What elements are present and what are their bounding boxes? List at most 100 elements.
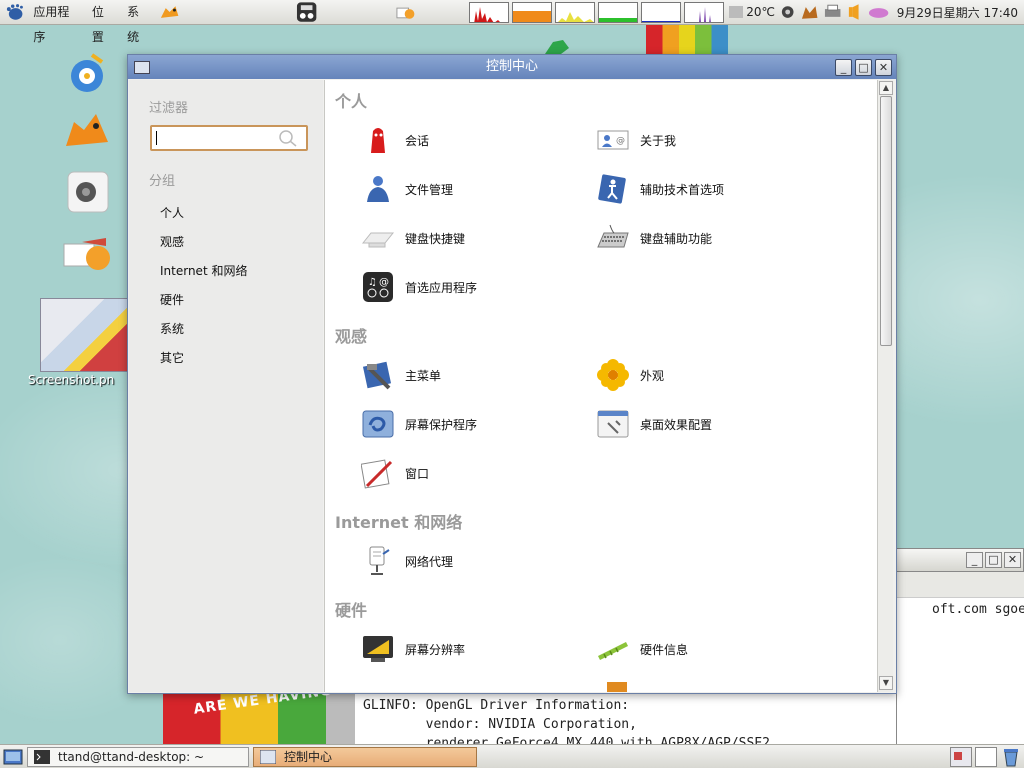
background-window-text: oft.com sgoe bbox=[932, 602, 1024, 617]
minimize-button[interactable]: _ bbox=[835, 58, 852, 76]
item-appearance[interactable]: 外观 bbox=[596, 355, 664, 395]
close-button[interactable]: ✕ bbox=[875, 58, 892, 76]
item-desktop-effects[interactable]: 桌面效果配置 bbox=[596, 404, 712, 444]
group-internet[interactable]: Internet 和网络 bbox=[160, 262, 247, 279]
desktop-screenshot-label[interactable]: Screenshot.pn bbox=[28, 373, 128, 387]
sheep-applet-icon[interactable] bbox=[867, 3, 890, 21]
desktop-notes-icon[interactable] bbox=[62, 232, 112, 278]
show-desktop-icon[interactable] bbox=[3, 748, 23, 766]
notes-applet-icon[interactable] bbox=[395, 2, 416, 22]
launcher-fox-icon[interactable] bbox=[158, 2, 181, 22]
workspace-1[interactable] bbox=[950, 746, 972, 767]
webcam-icon[interactable] bbox=[778, 3, 797, 21]
item-sessions[interactable]: 会话 bbox=[361, 120, 429, 160]
item-keyboard-shortcuts[interactable]: 键盘快捷键 bbox=[361, 218, 465, 258]
appearance-icon bbox=[597, 359, 629, 391]
memory-graph bbox=[512, 1, 553, 23]
gnome-foot-icon[interactable] bbox=[4, 3, 25, 21]
item-network-proxy[interactable]: 网络代理 bbox=[361, 541, 453, 581]
item-label: 屏幕保护程序 bbox=[405, 417, 478, 432]
weather-icon bbox=[729, 6, 744, 18]
group-other[interactable]: 其它 bbox=[160, 349, 184, 366]
volume-icon[interactable] bbox=[845, 3, 864, 21]
scroll-thumb[interactable] bbox=[880, 96, 892, 346]
item-about-me[interactable]: @ 关于我 bbox=[596, 120, 676, 160]
sidebar: 过滤器 分组 个人 观感 Internet 和网络 硬件 系统 其它 bbox=[129, 80, 323, 692]
workspace-2[interactable] bbox=[975, 746, 997, 767]
item-label: 窗口 bbox=[405, 466, 430, 481]
task-terminal[interactable]: ttand@ttand-desktop: ~ bbox=[27, 746, 249, 767]
background-poster: ARE WE HAVING bbox=[163, 690, 355, 744]
trash-icon[interactable] bbox=[1001, 747, 1021, 767]
maximize-button[interactable]: □ bbox=[855, 58, 872, 76]
item-label: 网络代理 bbox=[405, 554, 454, 569]
item-windows[interactable]: 窗口 bbox=[361, 453, 429, 493]
control-center-window: 控制中心 _ □ ✕ 过滤器 分组 个人 观感 Internet 和网络 硬件 … bbox=[127, 54, 897, 694]
desktop-disc-icon[interactable] bbox=[62, 50, 112, 96]
section-appearance-title: 观感 bbox=[335, 327, 368, 346]
item-file-management[interactable]: 文件管理 bbox=[361, 169, 453, 209]
text-caret bbox=[156, 131, 157, 145]
cpu-graph bbox=[469, 1, 510, 23]
item-label: 文件管理 bbox=[405, 182, 454, 197]
bg-close-button[interactable]: ✕ bbox=[1004, 552, 1021, 568]
music-app-icon[interactable] bbox=[296, 1, 317, 23]
net-graph bbox=[555, 1, 596, 23]
task-label: ttand@ttand-desktop: ~ bbox=[58, 749, 205, 764]
item-keyboard-accessibility[interactable]: 键盘辅助功能 bbox=[596, 218, 712, 258]
system-monitor[interactable] bbox=[466, 1, 725, 23]
content-scrollbar[interactable]: ▲ ▼ bbox=[877, 80, 893, 692]
item-label: 桌面效果配置 bbox=[640, 417, 713, 432]
group-system[interactable]: 系统 bbox=[160, 320, 184, 337]
menu-applications[interactable]: 应用程序 bbox=[27, 0, 86, 44]
filter-search-input[interactable] bbox=[150, 125, 308, 151]
poster-text: ARE WE HAVING bbox=[192, 690, 334, 718]
task-control-center[interactable]: 控制中心 bbox=[253, 746, 477, 767]
desktop-fox-icon[interactable] bbox=[62, 106, 112, 152]
groups-heading: 分组 bbox=[149, 174, 176, 189]
accessibility-icon bbox=[598, 174, 626, 204]
pet-applet-icon[interactable] bbox=[800, 3, 819, 21]
weather-applet[interactable]: 20℃ bbox=[728, 4, 775, 20]
network-proxy-icon bbox=[369, 546, 390, 575]
desktop-effects-icon bbox=[597, 410, 629, 438]
group-personal[interactable]: 个人 bbox=[160, 204, 184, 221]
window-titlebar[interactable]: 控制中心 _ □ ✕ bbox=[128, 55, 896, 79]
menu-system[interactable]: 系统 bbox=[121, 0, 156, 44]
item-accessibility[interactable]: 辅助技术首选项 bbox=[596, 169, 724, 209]
item-hardware-info[interactable]: 硬件信息 bbox=[596, 629, 688, 669]
partial-next-item-icon bbox=[607, 682, 627, 692]
sessions-icon bbox=[371, 128, 385, 153]
section-internet-title: Internet 和网络 bbox=[335, 513, 463, 532]
terminal-line: renderer GeForce4 MX 440 with AGP8X/AGP/… bbox=[363, 736, 770, 744]
item-screensaver[interactable]: 屏幕保护程序 bbox=[361, 404, 477, 444]
background-window-body bbox=[896, 572, 1024, 744]
top-panel: 应用程序 位置 系统 20℃ 9月29日星期六 17:40 bbox=[0, 0, 1024, 44]
scroll-down-arrow[interactable]: ▼ bbox=[879, 676, 893, 690]
hardware-info-icon bbox=[598, 642, 628, 660]
task-label: 控制中心 bbox=[284, 750, 333, 764]
file-management-icon bbox=[367, 176, 389, 202]
item-screen-resolution[interactable]: 屏幕分辨率 bbox=[361, 629, 465, 669]
search-icon bbox=[279, 130, 297, 147]
item-main-menu[interactable]: 主菜单 bbox=[361, 355, 441, 395]
item-preferred-applications[interactable]: ♫ @ 首选应用程序 bbox=[361, 267, 477, 307]
clock[interactable]: 9月29日星期六 17:40 bbox=[897, 4, 1018, 21]
window-menu-icon[interactable] bbox=[134, 60, 150, 74]
group-appearance[interactable]: 观感 bbox=[160, 233, 184, 250]
desktop-screenshot-thumbnail[interactable] bbox=[40, 298, 128, 372]
printer-icon[interactable] bbox=[823, 3, 842, 21]
menu-places[interactable]: 位置 bbox=[86, 0, 121, 44]
bg-maximize-button[interactable]: □ bbox=[985, 552, 1002, 568]
screensaver-icon bbox=[362, 410, 394, 438]
preferred-applications-icon: ♫ @ bbox=[363, 272, 393, 302]
background-window-titlebar[interactable]: _ □ ✕ bbox=[896, 548, 1024, 572]
item-label: 关于我 bbox=[640, 133, 677, 148]
desktop-speaker-icon[interactable] bbox=[62, 168, 112, 214]
bg-minimize-button[interactable]: _ bbox=[966, 552, 983, 568]
screen-resolution-icon bbox=[363, 636, 393, 662]
filter-heading: 过滤器 bbox=[149, 101, 189, 116]
scroll-up-arrow[interactable]: ▲ bbox=[879, 81, 893, 95]
group-hardware[interactable]: 硬件 bbox=[160, 291, 184, 308]
bottom-panel: ttand@ttand-desktop: ~ 控制中心 bbox=[0, 744, 1024, 768]
